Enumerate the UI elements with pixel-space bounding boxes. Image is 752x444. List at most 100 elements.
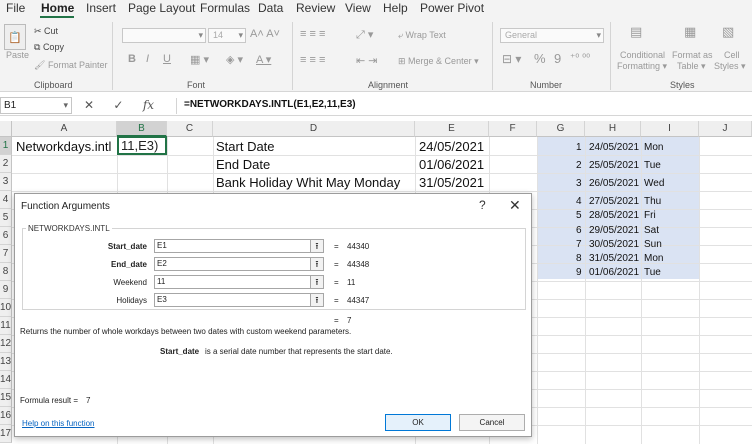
help-icon[interactable]: ?: [479, 198, 486, 212]
row-header-15[interactable]: 15: [0, 389, 12, 407]
row-header-17[interactable]: 17: [0, 425, 12, 443]
tab-formulas[interactable]: Formulas: [200, 1, 250, 15]
row-header-4[interactable]: 4: [0, 191, 12, 209]
conditional-formatting-label[interactable]: Conditional: [620, 50, 665, 60]
list-item-day[interactable]: Sun: [644, 239, 662, 250]
ok-button[interactable]: OK: [385, 414, 451, 431]
paste-icon[interactable]: 📋: [4, 24, 26, 50]
cell-a1[interactable]: Networkdays.intl: [16, 139, 111, 154]
conditional-formatting-label-2[interactable]: Formatting ▾: [617, 61, 667, 72]
borders-icon[interactable]: ▦ ▾: [190, 53, 209, 66]
italic-button[interactable]: I: [146, 53, 149, 65]
tab-page-layout[interactable]: Page Layout: [128, 1, 195, 15]
select-all-corner[interactable]: [0, 121, 12, 137]
font-size-combo[interactable]: 14: [208, 28, 246, 43]
list-item-day[interactable]: Tue: [644, 267, 661, 278]
list-item-day[interactable]: Sat: [644, 225, 659, 236]
list-item-number[interactable]: 6: [576, 225, 582, 236]
list-item-date[interactable]: 31/05/2021: [589, 253, 639, 264]
bold-button[interactable]: B: [128, 53, 136, 65]
font-name-combo[interactable]: [122, 28, 206, 43]
tab-view[interactable]: View: [345, 1, 371, 15]
tab-review[interactable]: Review: [296, 1, 335, 15]
cell-e3[interactable]: 31/05/2021: [419, 175, 484, 190]
list-item-date[interactable]: 30/05/2021: [589, 239, 639, 250]
tab-file[interactable]: File: [6, 1, 25, 15]
indent-icon[interactable]: ⇤ ⇥: [356, 54, 378, 67]
format-as-table-label[interactable]: Format as: [672, 50, 713, 60]
arg-input-start-date[interactable]: E1: [154, 239, 324, 253]
list-item-day[interactable]: Tue: [644, 160, 661, 171]
collapse-dialog-icon[interactable]: ⭱: [310, 293, 324, 307]
column-header-h[interactable]: H: [585, 121, 641, 137]
list-item-number[interactable]: 1: [576, 142, 582, 153]
list-item-date[interactable]: 28/05/2021: [589, 210, 639, 221]
list-item-date[interactable]: 26/05/2021: [589, 178, 639, 189]
cancel-x-icon[interactable]: ✕: [84, 98, 94, 112]
tab-insert[interactable]: Insert: [86, 1, 116, 15]
arg-input-end-date[interactable]: E2: [154, 257, 324, 271]
fill-color-icon[interactable]: ◈ ▾: [226, 53, 243, 66]
column-header-b[interactable]: B: [117, 121, 167, 137]
row-header-2[interactable]: 2: [0, 155, 12, 173]
cut-button[interactable]: ✂ Cut: [34, 26, 58, 37]
format-as-table-icon[interactable]: ▦: [684, 24, 696, 40]
orientation-icon[interactable]: ⤢ ▾: [356, 28, 373, 42]
format-as-table-label-2[interactable]: Table ▾: [677, 61, 706, 72]
row-header-14[interactable]: 14: [0, 371, 12, 389]
cell-d2[interactable]: End Date: [216, 157, 270, 172]
cell-e1[interactable]: 24/05/2021: [419, 139, 484, 154]
cell-styles-label-2[interactable]: Styles ▾: [714, 61, 746, 72]
cell-e2[interactable]: 01/06/2021: [419, 157, 484, 172]
formula-input[interactable]: =NETWORKDAYS.INTL(E1,E2,11,E3): [184, 99, 356, 110]
collapse-dialog-icon[interactable]: ⭱: [310, 257, 324, 271]
tab-data[interactable]: Data: [258, 1, 283, 15]
row-header-6[interactable]: 6: [0, 227, 12, 245]
underline-button[interactable]: U: [163, 53, 171, 65]
format-painter-button[interactable]: 🖌 Format Painter: [34, 60, 107, 71]
row-header-1[interactable]: 1: [0, 137, 12, 155]
list-item-number[interactable]: 7: [576, 239, 582, 250]
column-header-f[interactable]: F: [489, 121, 537, 137]
list-item-day[interactable]: Fri: [644, 210, 656, 221]
percent-button[interactable]: %: [534, 51, 546, 66]
list-item-number[interactable]: 4: [576, 196, 582, 207]
insert-function-icon[interactable]: fx: [143, 98, 154, 112]
row-header-10[interactable]: 10: [0, 299, 12, 317]
cancel-button[interactable]: Cancel: [459, 414, 525, 431]
tab-home[interactable]: Home: [41, 1, 74, 15]
column-header-j[interactable]: J: [699, 121, 752, 137]
comma-button[interactable]: 9: [554, 51, 561, 66]
conditional-formatting-icon[interactable]: ▤: [630, 24, 642, 40]
list-item-number[interactable]: 5: [576, 210, 582, 221]
list-item-date[interactable]: 24/05/2021: [589, 142, 639, 153]
list-item-number[interactable]: 8: [576, 253, 582, 264]
row-header-16[interactable]: 16: [0, 407, 12, 425]
column-header-c[interactable]: C: [167, 121, 213, 137]
list-item-day[interactable]: Wed: [644, 178, 664, 189]
merge-center-button[interactable]: ⊞ Merge & Center ▾: [398, 56, 479, 67]
list-item-number[interactable]: 9: [576, 267, 582, 278]
cell-d1[interactable]: Start Date: [216, 139, 275, 154]
row-header-5[interactable]: 5: [0, 209, 12, 227]
decimal-icon[interactable]: ⁺⁰ ⁰⁰: [570, 53, 590, 64]
row-header-7[interactable]: 7: [0, 245, 12, 263]
cell-b1-editing[interactable]: 11,E3): [117, 136, 167, 155]
column-header-e[interactable]: E: [415, 121, 489, 137]
list-item-number[interactable]: 3: [576, 178, 582, 189]
collapse-dialog-icon[interactable]: ⭱: [310, 239, 324, 253]
list-item-day[interactable]: Mon: [644, 142, 663, 153]
name-box[interactable]: B1: [0, 97, 72, 114]
font-color-icon[interactable]: A ▾: [256, 53, 271, 66]
arg-input-weekend[interactable]: 11: [154, 275, 324, 289]
cell-styles-label[interactable]: Cell: [724, 50, 740, 60]
tab-help[interactable]: Help: [383, 1, 408, 15]
list-item-date[interactable]: 01/06/2021: [589, 267, 639, 278]
column-header-i[interactable]: I: [641, 121, 699, 137]
column-header-g[interactable]: G: [537, 121, 585, 137]
list-item-day[interactable]: Mon: [644, 253, 663, 264]
accounting-icon[interactable]: ⊟ ▾: [502, 52, 521, 66]
copy-button[interactable]: ⧉ Copy: [34, 42, 64, 53]
row-header-9[interactable]: 9: [0, 281, 12, 299]
enter-check-icon[interactable]: ✓: [113, 98, 123, 112]
